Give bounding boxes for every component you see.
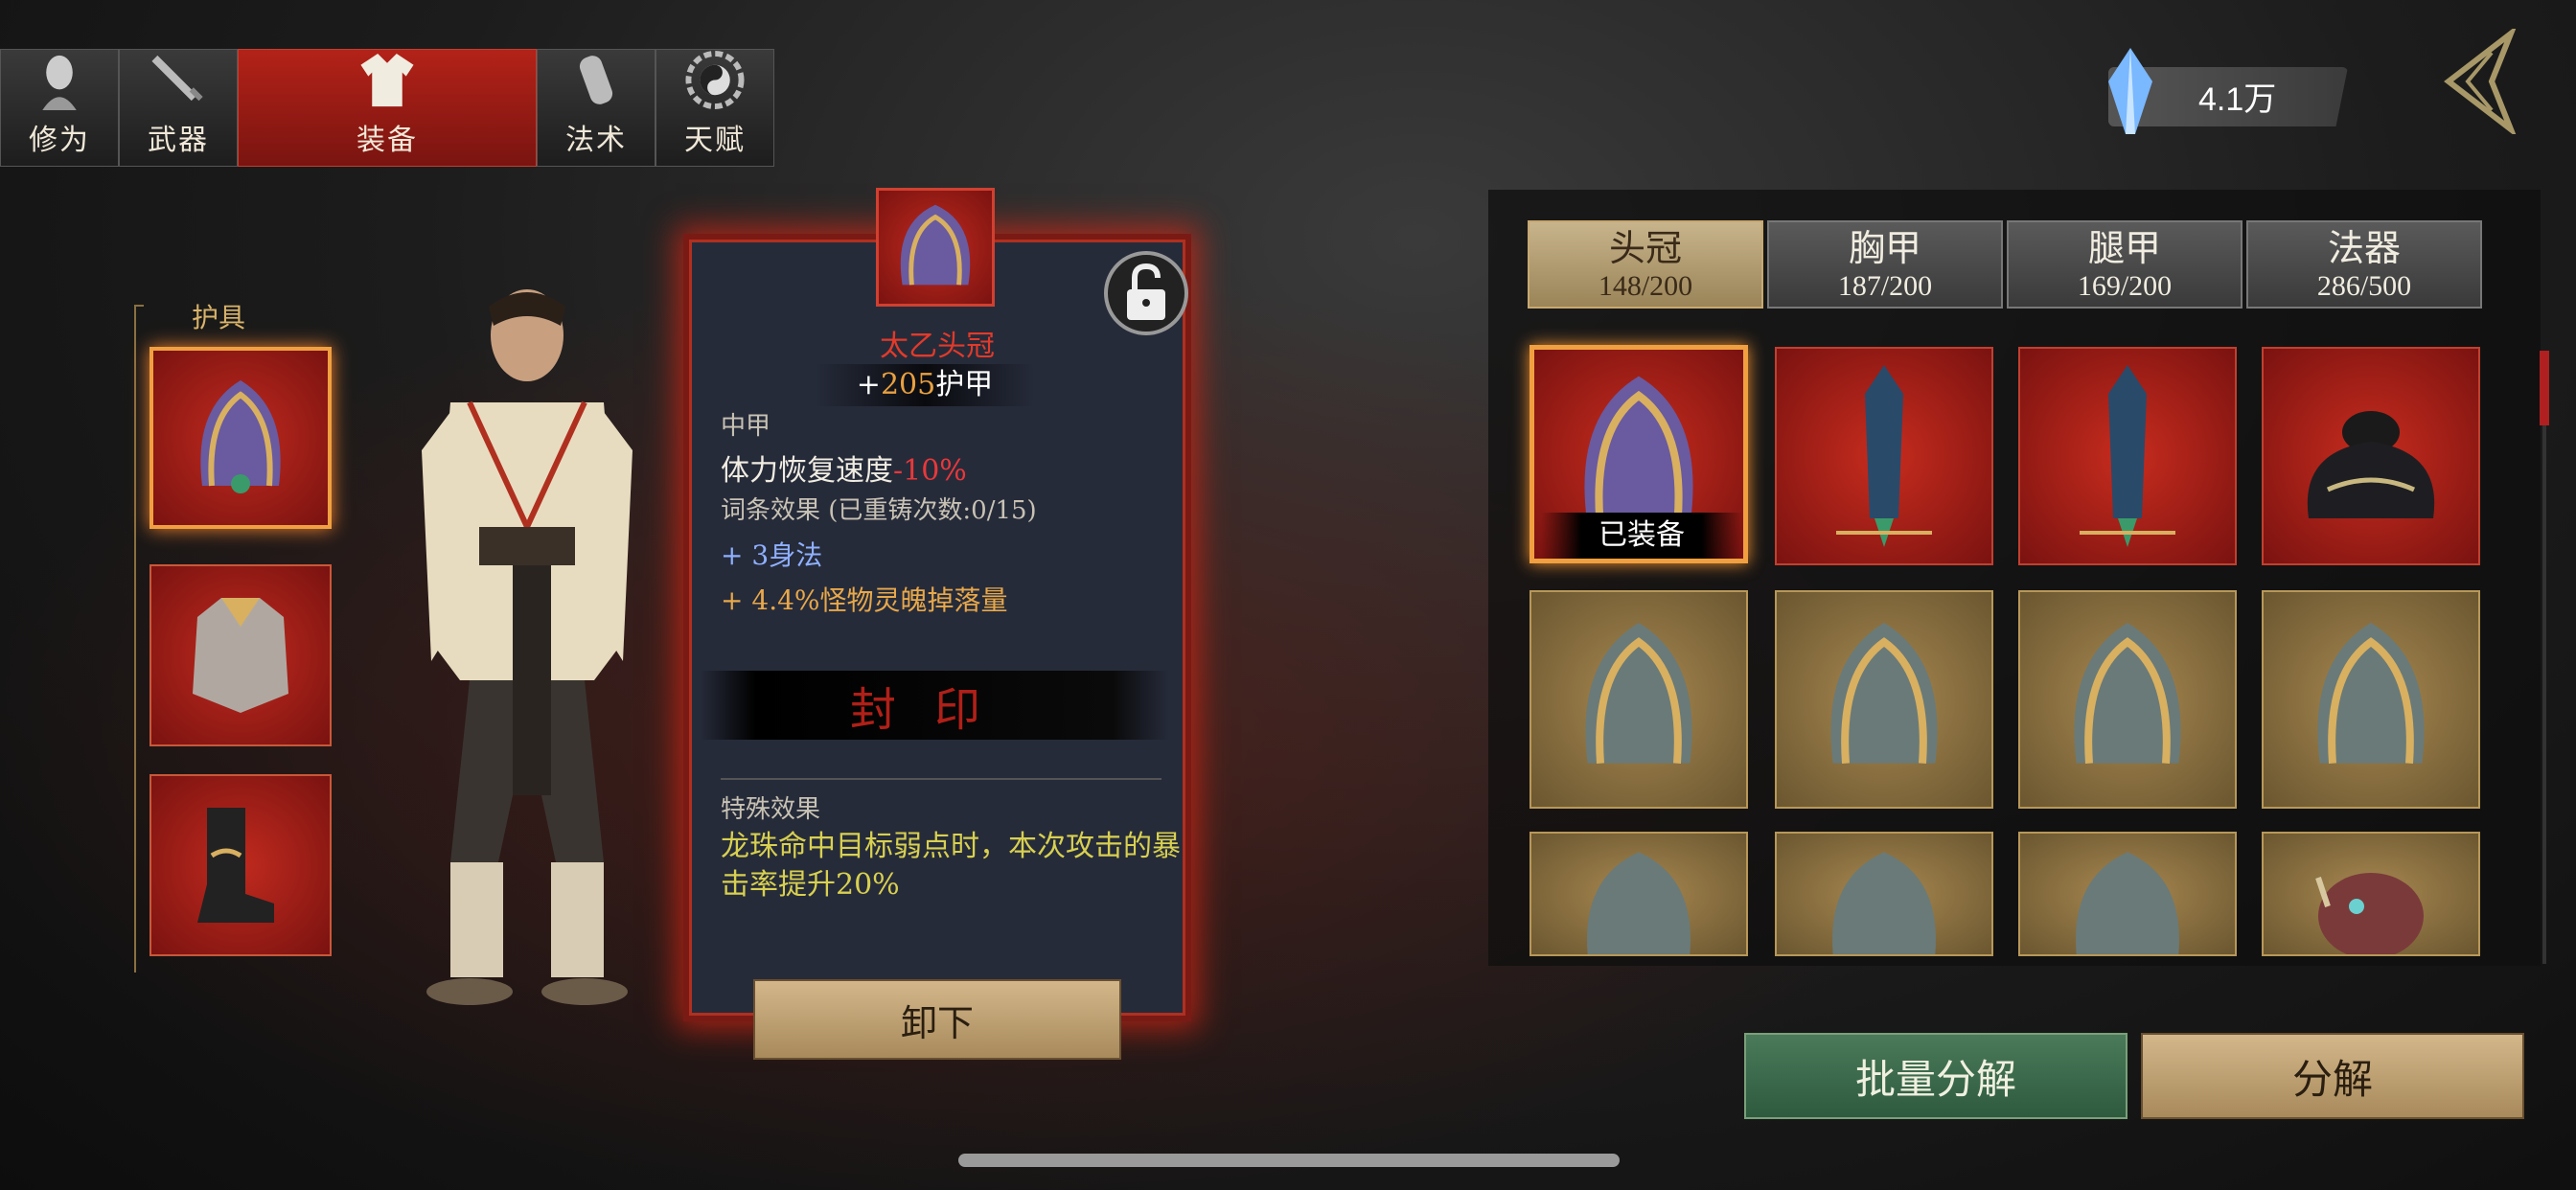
category-name: 腿甲: [2087, 227, 2161, 269]
tab-label: 武器: [148, 124, 209, 157]
hairpin-crown-icon: [1836, 365, 1932, 547]
equipped-tag: 已装备: [1541, 513, 1742, 559]
affix-value: 3: [751, 539, 770, 571]
armor-value-line: +205护甲: [815, 364, 1035, 406]
inventory-item[interactable]: [1775, 590, 1993, 809]
tab-equipment[interactable]: 装备: [238, 49, 537, 167]
category-name: 头冠: [1608, 227, 1682, 269]
affix-header: 词条效果 (已重铸次数:0/15): [721, 496, 1037, 525]
inventory-item[interactable]: [2018, 832, 2237, 956]
affix-prefix: +: [721, 584, 752, 616]
home-indicator[interactable]: [958, 1154, 1620, 1167]
helmet-icon: [2317, 623, 2425, 764]
back-arrow-icon[interactable]: [2434, 29, 2520, 134]
helmet-icon: [1587, 852, 1690, 954]
special-effect-text: 龙珠命中目标弱点时，本次攻击的暴击率提升20%: [721, 830, 1181, 902]
category-count: 148/200: [1598, 270, 1693, 302]
seal-banner: 封印: [700, 671, 1169, 740]
item-detail-icon-frame: [876, 188, 995, 307]
tab-label: 法术: [565, 124, 627, 157]
armor-prefix: +: [856, 368, 881, 401]
inventory-item[interactable]: [2018, 590, 2237, 809]
scrollbar-thumb[interactable]: [2540, 351, 2549, 425]
slot-helmet[interactable]: [150, 347, 332, 529]
inventory-item[interactable]: [1775, 832, 1993, 956]
demon-mask-icon: [2315, 873, 2424, 954]
inventory-item[interactable]: [1775, 347, 1993, 565]
armor-value: 205: [880, 368, 936, 401]
tab-spells[interactable]: 法术: [537, 49, 656, 167]
tab-talent[interactable]: 天赋: [656, 49, 774, 167]
boots-icon: [197, 808, 274, 923]
category-tab-helmet[interactable]: 头冠 148/200: [1528, 220, 1763, 309]
helmet-icon: [2074, 623, 2181, 764]
category-name: 胸甲: [1848, 227, 1921, 269]
category-name: 法器: [2327, 227, 2401, 269]
category-tab-legs[interactable]: 腿甲 169/200: [2007, 220, 2242, 309]
tab-weapon[interactable]: 武器: [119, 49, 238, 167]
stat-value: -10%: [893, 454, 967, 488]
affix-value: 4.4%: [751, 584, 820, 616]
chest-armor-icon: [193, 598, 288, 713]
scroll-gourd-icon: [579, 56, 613, 104]
affix-prefix: +: [721, 539, 752, 571]
seal-text: 封印: [849, 683, 1019, 737]
category-count: 169/200: [2077, 270, 2173, 302]
currency-value: 4.1万: [2198, 81, 2277, 118]
tab-label: 修为: [29, 124, 90, 157]
armor-label: 护甲: [935, 368, 994, 401]
category-tab-artifact[interactable]: 法器 286/500: [2246, 220, 2482, 309]
unequip-button[interactable]: 卸下: [753, 979, 1121, 1060]
unlocked-padlock-icon: [1127, 263, 1165, 320]
character-model: [422, 289, 632, 1005]
item-name: 太乙头冠: [880, 330, 995, 363]
slots-title: 护具: [192, 302, 246, 333]
armor-weight: 中甲: [721, 412, 771, 441]
inventory-item[interactable]: [2262, 590, 2480, 809]
inventory-item[interactable]: [2018, 347, 2237, 565]
tab-cultivation[interactable]: 修为: [0, 49, 119, 167]
helmet-icon: [200, 380, 281, 493]
category-count: 286/500: [2316, 270, 2412, 302]
helmet-icon: [1585, 623, 1692, 764]
affix-line: + 4.4%怪物灵魄掉落量: [721, 580, 1008, 618]
inventory-item[interactable]: [2262, 832, 2480, 956]
affix-line: + 3身法: [721, 535, 822, 573]
affix-label: 身法: [769, 539, 823, 571]
slots-frame: [134, 305, 144, 973]
scrollbar-track[interactable]: [2542, 351, 2546, 964]
decompose-button[interactable]: 分解: [2141, 1033, 2524, 1119]
slot-boots[interactable]: [150, 774, 332, 956]
robe-icon: [360, 53, 414, 107]
stat-line: 体力恢复速度-10%: [721, 446, 967, 489]
tab-label: 天赋: [684, 124, 746, 157]
bagua-icon: [685, 50, 745, 110]
spirit-crystal-icon: [2108, 48, 2152, 134]
affix-label: 怪物灵魄掉落量: [819, 584, 1008, 616]
meditation-head-icon: [42, 55, 77, 110]
helmet-icon: [1832, 852, 1936, 954]
hairpin-crown-icon: [2080, 365, 2175, 547]
inventory-item[interactable]: [2262, 347, 2480, 565]
top-tab-bar: 修为 武器 装备 法术 天赋: [0, 49, 774, 167]
sword-icon: [151, 55, 203, 102]
category-tab-chest[interactable]: 胸甲 187/200: [1767, 220, 2003, 309]
inventory-item[interactable]: [1530, 590, 1748, 809]
helmet-icon: [900, 204, 971, 286]
stat-label: 体力恢复速度: [721, 454, 893, 488]
tab-label: 装备: [356, 124, 418, 157]
category-count: 187/200: [1837, 270, 1933, 302]
divider: [721, 778, 1162, 780]
helmet-icon: [1830, 623, 1938, 764]
official-hat-icon: [2307, 411, 2435, 518]
slot-chest[interactable]: [150, 564, 332, 746]
inventory-item[interactable]: [1530, 832, 1748, 956]
bulk-decompose-button[interactable]: 批量分解: [1744, 1033, 2128, 1119]
helmet-icon: [2076, 852, 2179, 954]
special-header: 特殊效果: [721, 795, 821, 824]
